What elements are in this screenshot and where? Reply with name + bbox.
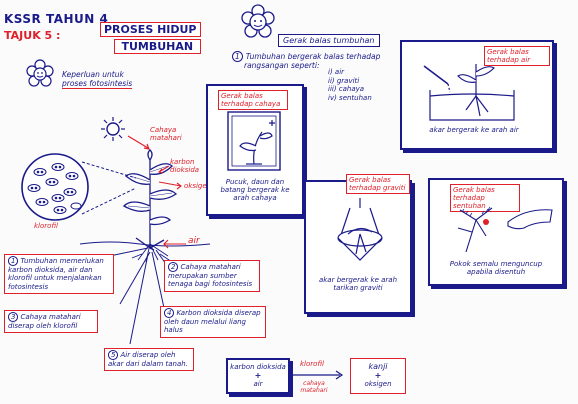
step-5-number: 5 bbox=[108, 350, 119, 360]
card-touch-tropism: Gerak balas terhadap sentuhan Pokok sema… bbox=[428, 178, 564, 286]
card-water-caption: akar bergerak ke arah air bbox=[429, 126, 519, 134]
label-klorofil: klorofil bbox=[34, 222, 58, 230]
gas-arrows bbox=[157, 165, 182, 190]
step-4-text: Karbon dioksida diserap oleh daun melalu… bbox=[164, 309, 261, 334]
light-box-drawing bbox=[227, 111, 281, 171]
topic-line-2: TUMBUHAN bbox=[114, 39, 201, 54]
tropism-heading-text: Gerak balas tumbuhan bbox=[283, 36, 375, 45]
card-gravity-tropism: Gerak balas terhadap graviti akar berger… bbox=[304, 174, 412, 314]
equation-catalyst-top: klorofil bbox=[300, 360, 324, 368]
card-water-tropism: Gerak balas terhadap air akar bergerak k… bbox=[400, 40, 554, 150]
equation-products-box: kanji + oksigen bbox=[350, 358, 406, 394]
topic-title: PROSES HIDUP TUMBUHAN bbox=[100, 22, 201, 54]
title-header: KSSR TAHUN 4 bbox=[4, 8, 108, 27]
step-1-text: Tumbuhan memerlukan karbon dioksida, air… bbox=[8, 257, 104, 291]
equation-reactant-2: air bbox=[253, 380, 263, 388]
subtitle-label: TAJUK 5 : bbox=[4, 29, 61, 42]
sun-icon bbox=[101, 117, 125, 141]
equation-arrow bbox=[292, 370, 344, 380]
stimulus-sentuhan: iv) sentuhan bbox=[328, 93, 372, 102]
card-touch-caption: Pokok semalu menguncup apabila disentuh bbox=[449, 260, 543, 276]
touch-mimosa-drawing bbox=[457, 206, 553, 253]
step-box-5: 5 Air diserap oleh akar dari dalam tanah. bbox=[104, 348, 194, 371]
equation-plus-left: + bbox=[254, 371, 262, 380]
equation-catalyst-bottom: cahaya matahari bbox=[300, 380, 328, 394]
flower-doodle-top-icon bbox=[241, 4, 275, 38]
heading-line-2: proses fotosintesis bbox=[62, 79, 133, 88]
equation-product-2: oksigen bbox=[364, 380, 392, 388]
step-4-number: 4 bbox=[164, 308, 175, 318]
stimulus-cahaya: iii) cahaya bbox=[328, 85, 365, 93]
flower-doodle-left-icon bbox=[26, 59, 54, 87]
card-gravity-caption: akar bergerak ke arah tarikan graviti bbox=[318, 276, 398, 292]
stimulus-graviti: ii) graviti bbox=[328, 76, 360, 85]
step-box-3: 3 Cahaya matahari diserap oleh klorofil bbox=[4, 310, 98, 333]
tropism-heading: Gerak balas tumbuhan bbox=[278, 34, 380, 47]
card-light-tag: Gerak balas terhadap cahaya bbox=[218, 90, 288, 110]
zoom-lines bbox=[81, 161, 137, 215]
equation-plus-right: + bbox=[374, 371, 382, 380]
stimulus-air: i) air bbox=[328, 68, 345, 76]
card-light-caption: Pucuk, daun dan batang bergerak ke arah … bbox=[220, 178, 290, 202]
water-pot-drawing bbox=[423, 64, 515, 121]
step-box-2: 2 Cahaya matahari merupakan sumber tenaga… bbox=[164, 260, 260, 292]
photosynthesis-heading: Keperluan untuk proses fotosintesis bbox=[62, 70, 133, 89]
sunlight-arrow bbox=[127, 135, 150, 150]
step-3-number: 3 bbox=[8, 312, 19, 322]
intro-line-1: Tumbuhan bergerak balas terhadap bbox=[245, 52, 381, 61]
heading-line-1: Keperluan untuk bbox=[62, 70, 124, 79]
step-5-text: Air diserap oleh akar dari dalam tanah. bbox=[108, 351, 188, 368]
stimuli-list: i) air ii) graviti iii) cahaya iv) sentu… bbox=[328, 68, 372, 102]
step-1-number: 1 bbox=[8, 256, 19, 266]
card-gravity-tag: Gerak balas terhadap graviti bbox=[346, 174, 410, 194]
intro-number: 1 bbox=[232, 51, 243, 62]
gravity-jar-drawing bbox=[337, 198, 383, 261]
card-light-tropism: Gerak balas terhadap cahaya Pucuk, daun … bbox=[206, 84, 304, 216]
step-box-1: 1 Tumbuhan memerlukan karbon dioksida, ai… bbox=[4, 254, 114, 294]
step-2-text: Cahaya matahari merupakan sumber tenaga … bbox=[168, 263, 253, 288]
label-air: air bbox=[188, 236, 200, 246]
topic-line-1: PROSES HIDUP bbox=[100, 22, 201, 37]
step-box-4: 4 Karbon dioksida diserap oleh daun melal… bbox=[160, 306, 266, 338]
step-2-number: 2 bbox=[168, 262, 179, 272]
page-title: KSSR TAHUN 4 bbox=[4, 12, 109, 26]
step-3-text: Cahaya matahari diserap oleh klorofil bbox=[8, 313, 81, 330]
equation-reactants-box: karbon dioksida + air bbox=[226, 358, 290, 394]
